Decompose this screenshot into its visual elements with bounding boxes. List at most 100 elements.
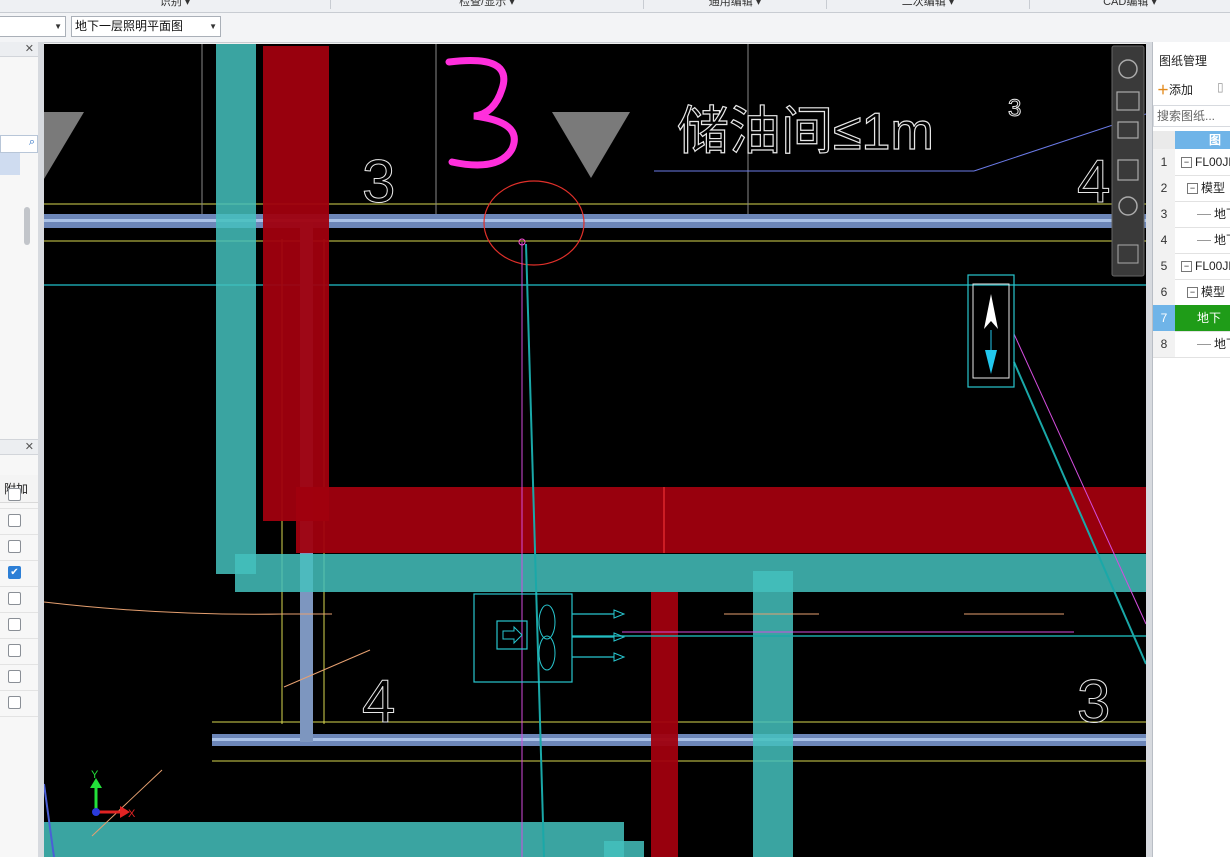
- left-search-input[interactable]: ⌕: [0, 135, 38, 153]
- down-arrow-icon: [985, 350, 997, 374]
- ribbon-group-strip: 识别 ▾ 检查/显示 ▾ 通用编辑 ▾ 二次编辑 ▾ CAD编辑 ▾: [0, 0, 1230, 13]
- property-row: [0, 664, 38, 691]
- drawing-tree-item[interactable]: −FL00JH: [1181, 149, 1230, 175]
- addon-checkbox[interactable]: [8, 540, 21, 553]
- file-icon[interactable]: ▯: [1217, 80, 1230, 100]
- ribbon-group-common-edit[interactable]: 通用编辑 ▾: [644, 0, 827, 9]
- beam-horizontal-middle: [235, 554, 1146, 592]
- collapse-icon[interactable]: −: [1187, 287, 1198, 299]
- ribbon-group-check-display[interactable]: 检查/显示 ▾: [331, 0, 644, 9]
- property-row: ✔: [0, 560, 38, 587]
- drawing-tree-row[interactable]: 2 − 模型: [1153, 175, 1230, 202]
- cad-drawing: 储油间≤1m 3 3 4 4 3 Y X: [44, 44, 1146, 857]
- outlet-tip: [613, 632, 626, 642]
- row-number: 1: [1153, 149, 1175, 175]
- ucs-origin: [92, 808, 100, 816]
- tree-header: 图纸: [1175, 131, 1230, 165]
- row-number: 2: [1153, 175, 1175, 201]
- drawing-tree-row[interactable]: 3 地下: [1153, 201, 1230, 228]
- tree-connector: [1197, 240, 1211, 242]
- axis-label: 4: [362, 668, 395, 735]
- drawing-tree-item[interactable]: 地下: [1197, 227, 1230, 253]
- beam-stub: [604, 841, 644, 857]
- add-drawing-button[interactable]: ＋添加: [1157, 80, 1217, 100]
- ribbon-group-cad-edit[interactable]: CAD编辑 ▾: [1030, 0, 1230, 9]
- view-navigation-bar: [1111, 45, 1145, 277]
- fan-equipment-symbol: [473, 593, 573, 683]
- chevron-down-icon: ▼: [209, 22, 217, 31]
- drawing-tree-row[interactable]: 8 地下: [1153, 331, 1230, 358]
- column-red-horizontal: [296, 487, 1146, 553]
- row-number: 3: [1153, 201, 1175, 227]
- addon-checkbox[interactable]: [8, 488, 21, 501]
- orange-curve: [44, 601, 332, 615]
- handwritten-three-markup: [445, 57, 518, 169]
- drawing-tree-item[interactable]: − 模型: [1187, 279, 1225, 305]
- addon-checkbox[interactable]: ✔: [8, 566, 21, 579]
- drawing-tree-row[interactable]: 4 地下: [1153, 227, 1230, 254]
- drawing-tree-item[interactable]: 地下: [1197, 331, 1230, 357]
- pipe-lower-highlight: [212, 738, 1146, 741]
- panel-title: 图纸管理: [1159, 54, 1208, 68]
- drawing-tree-item[interactable]: 地下: [1197, 201, 1230, 227]
- layer-combo[interactable]: ▼: [0, 16, 66, 37]
- drawing-tree-item[interactable]: 地下: [1175, 305, 1230, 331]
- beam-horizontal-bottom: [44, 822, 624, 857]
- drawing-tree-label: FL00JH: [1195, 155, 1230, 169]
- drawing-tree-row[interactable]: 5−FL00JH: [1153, 253, 1230, 280]
- addon-checkbox[interactable]: [8, 514, 21, 527]
- drawing-tree-item[interactable]: −FL00JH: [1181, 253, 1230, 279]
- note-small-label: 3: [1008, 95, 1021, 122]
- left-list-selected-item[interactable]: [0, 153, 20, 175]
- axis-label: 3: [1077, 668, 1110, 735]
- ucs-x-label: X: [128, 808, 136, 820]
- collapse-icon[interactable]: −: [1181, 261, 1192, 273]
- cad-canvas[interactable]: 储油间≤1m 3 3 4 4 3 Y X: [44, 44, 1146, 857]
- drawing-tree-label: 地下: [1214, 233, 1230, 247]
- left-panel-2-header: ✕: [0, 439, 38, 455]
- drawing-tree-label: 模型: [1201, 285, 1226, 299]
- tree-connector: [1197, 344, 1211, 346]
- drawing-select[interactable]: 地下一层照明平面图 ▼: [71, 16, 221, 37]
- row-number: 5: [1153, 253, 1175, 279]
- close-icon[interactable]: ✕: [25, 42, 34, 55]
- drawing-search-input[interactable]: 搜索图纸...: [1153, 105, 1230, 127]
- ribbon-group-secondary-edit[interactable]: 二次编辑 ▾: [827, 0, 1030, 9]
- column-red-vertical: [263, 46, 329, 521]
- ucs-y-label: Y: [91, 769, 99, 781]
- arrow-right-icon: [502, 625, 523, 645]
- drawing-tree-label: 地下: [1214, 207, 1230, 221]
- property-row: [0, 534, 38, 561]
- left-panel-header: ✕: [0, 42, 38, 57]
- drawing-tree-label: FL00JH: [1195, 259, 1230, 273]
- collapse-icon[interactable]: −: [1181, 157, 1192, 169]
- drawing-tree-row[interactable]: 7 地下: [1153, 305, 1230, 332]
- addon-checkbox[interactable]: [8, 696, 21, 709]
- addon-checkbox[interactable]: [8, 592, 21, 605]
- row-number: 6: [1153, 279, 1175, 305]
- addon-checkbox[interactable]: [8, 618, 21, 631]
- drawing-tree-row[interactable]: 1−FL00JH: [1153, 149, 1230, 176]
- pipe-upper-highlight: [44, 219, 1146, 222]
- outlet-tip: [613, 609, 626, 619]
- left-scrollbar-thumb[interactable]: [24, 207, 30, 245]
- left-panel: ✕ ⌕ ✕ 附加 ✔: [0, 42, 39, 857]
- toolbar: ▼ 地下一层照明平面图 ▼: [0, 13, 1230, 43]
- axis-label: 3: [362, 148, 395, 215]
- addon-checkbox[interactable]: [8, 644, 21, 657]
- close-icon[interactable]: ✕: [25, 440, 34, 453]
- row-number: 8: [1153, 331, 1175, 357]
- chevron-down-icon: ▼: [54, 22, 62, 31]
- row-number: 7: [1153, 305, 1175, 331]
- ribbon-group-recognize[interactable]: 识别 ▾: [20, 0, 331, 9]
- add-file-icon: ＋: [1157, 83, 1170, 97]
- search-icon[interactable]: ⌕: [29, 136, 35, 149]
- drawing-tree-row[interactable]: 6− 模型: [1153, 279, 1230, 306]
- collapse-icon[interactable]: −: [1187, 183, 1198, 195]
- drawing-tree-item[interactable]: − 模型: [1187, 175, 1225, 201]
- level-triangle-left: [44, 112, 84, 179]
- fan-blade: [538, 635, 556, 671]
- addon-checkbox[interactable]: [8, 670, 21, 683]
- level-triangle-center: [552, 112, 630, 178]
- property-row: [0, 612, 38, 639]
